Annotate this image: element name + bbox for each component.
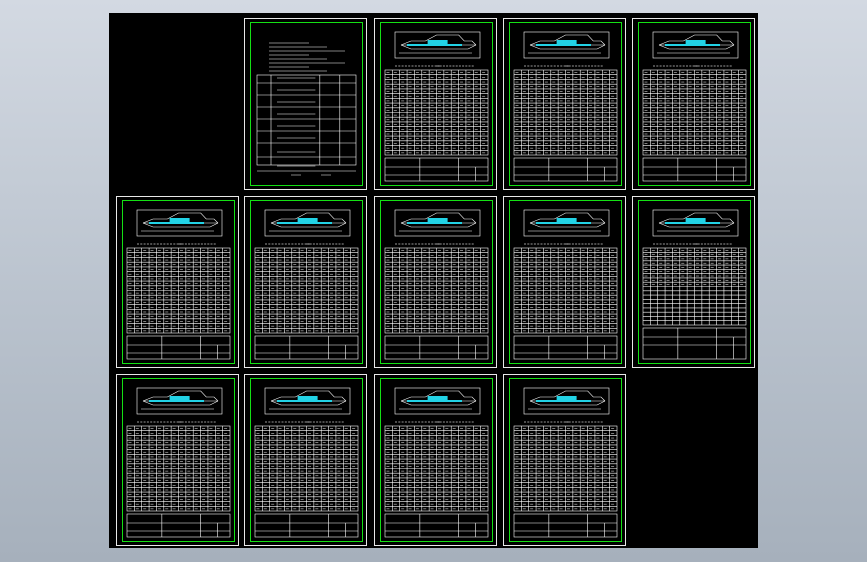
process-sheet[interactable] — [632, 18, 755, 190]
process-sheet[interactable] — [503, 374, 626, 546]
process-sheet[interactable] — [244, 196, 367, 368]
sheet-border — [380, 22, 493, 186]
process-drawing — [254, 387, 359, 538]
process-sheet[interactable] — [116, 374, 239, 546]
sheet-border — [509, 200, 622, 364]
sheet-border — [122, 378, 235, 542]
process-sheet[interactable] — [632, 196, 755, 368]
sheet-border — [122, 200, 235, 364]
process-drawing — [642, 209, 747, 360]
process-drawing — [384, 387, 489, 538]
process-sheet[interactable] — [503, 18, 626, 190]
process-drawing — [384, 209, 489, 360]
process-drawing — [642, 31, 747, 182]
sheet-border — [250, 200, 363, 364]
sheet-border — [638, 22, 751, 186]
sheet-border — [380, 200, 493, 364]
process-sheet[interactable] — [244, 374, 367, 546]
process-sheet[interactable] — [374, 374, 497, 546]
cad-drawing-viewport[interactable] — [109, 13, 758, 548]
cover-sheet[interactable] — [244, 18, 367, 190]
sheet-border — [380, 378, 493, 542]
process-sheet[interactable] — [116, 196, 239, 368]
process-drawing — [126, 209, 231, 360]
sheet-border — [250, 378, 363, 542]
sheet-border — [638, 200, 751, 364]
process-sheet[interactable] — [374, 18, 497, 190]
cover-drawing — [256, 42, 357, 176]
process-drawing — [513, 387, 618, 538]
process-drawing — [384, 31, 489, 182]
process-sheet[interactable] — [503, 196, 626, 368]
process-drawing — [254, 209, 359, 360]
process-sheet[interactable] — [374, 196, 497, 368]
sheet-border — [250, 22, 363, 186]
sheet-border — [509, 378, 622, 542]
sheet-border — [509, 22, 622, 186]
process-drawing — [513, 209, 618, 360]
process-drawing — [513, 31, 618, 182]
process-drawing — [126, 387, 231, 538]
